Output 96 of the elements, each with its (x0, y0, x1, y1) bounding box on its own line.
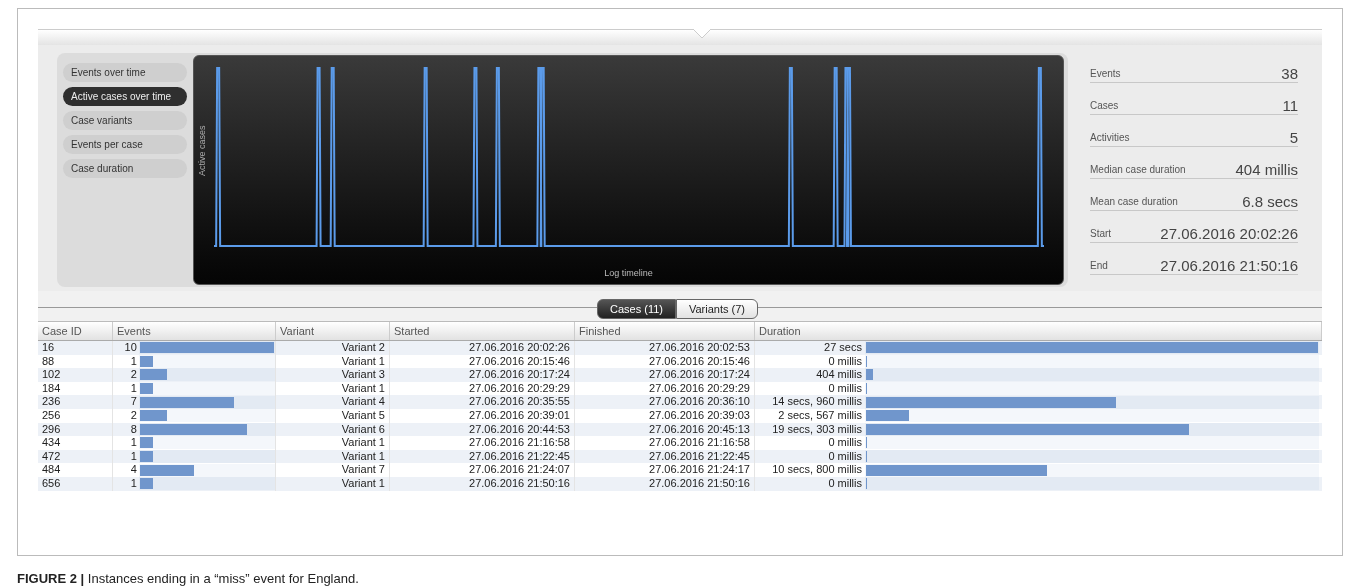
table-cell: 296 (42, 422, 61, 435)
stat-label: Events (1090, 67, 1121, 81)
stat-value: 38 (1281, 66, 1298, 82)
stat-label: Start (1090, 227, 1112, 241)
table-cell: 102 (42, 368, 61, 381)
table-cell: 27.06.2016 20:17:24 (649, 368, 750, 381)
table-cell: 27.06.2016 20:36:10 (649, 395, 750, 408)
table-cell: 27.06.2016 20:45:13 (649, 422, 750, 435)
stat-label: Cases (1090, 99, 1119, 113)
table-cell: 88 (42, 354, 55, 367)
table-cell: 27.06.2016 20:39:01 (469, 408, 570, 421)
view-tab[interactable]: Cases (11) (597, 299, 676, 319)
table-cell-text: 10 secs, 800 millis (771, 463, 863, 477)
table-cell: 27.06.2016 20:44:53 (469, 422, 570, 435)
table-cell-text: 404 millis (815, 368, 863, 382)
stat-label: Activities (1090, 131, 1130, 145)
table-cell: Variant 1 (341, 449, 385, 462)
table-cell-text: 1 (129, 476, 138, 491)
table-cell-text: 1 (129, 354, 138, 369)
table-cell-text: 2 (129, 368, 138, 382)
column-header[interactable]: Duration (755, 322, 1322, 340)
table-cell: Variant 1 (341, 381, 385, 394)
x-axis-label: Log timeline (604, 266, 653, 280)
table-cell-text: 10 (123, 341, 138, 355)
table-cell: 236 (42, 395, 61, 408)
table-cell: Variant 1 (341, 436, 385, 449)
column-header[interactable]: Finished (575, 322, 755, 340)
stat-value: 27.06.2016 21:50:16 (1160, 258, 1298, 274)
table-cell: 484 (42, 463, 61, 476)
table-cell-text: 27 secs (823, 341, 863, 355)
table-cell-text: 14 secs, 960 millis (771, 395, 863, 409)
table-cell: 184 (42, 381, 61, 394)
table-cell: Variant 7 (341, 463, 385, 476)
table-cell: 27.06.2016 20:29:29 (649, 381, 750, 394)
table-cell: Variant 5 (341, 408, 385, 421)
table-cell-text: 1 (129, 436, 138, 450)
table-cell: 27.06.2016 20:15:46 (469, 354, 570, 367)
table-cell: 27.06.2016 21:50:16 (649, 476, 750, 489)
table-cell: 27.06.2016 20:35:55 (469, 395, 570, 408)
chart-menu-item[interactable]: Case duration (63, 159, 187, 178)
chart-menu-item[interactable]: Active cases over time (63, 87, 187, 106)
table-cell-text: 0 millis (827, 449, 863, 464)
table-cell-text: 1 (129, 449, 138, 464)
column-header[interactable]: Variant (276, 322, 390, 340)
table-cell: 27.06.2016 20:15:46 (649, 354, 750, 367)
chart-menu-item[interactable]: Case variants (63, 111, 187, 130)
stat-value: 404 millis (1235, 162, 1298, 178)
table-cell-text: 8 (129, 422, 138, 437)
table-cell: 27.06.2016 21:22:45 (469, 449, 570, 462)
table-cell: 27.06.2016 21:24:07 (469, 463, 570, 476)
table-cell: Variant 3 (341, 368, 385, 381)
stat-value: 6.8 secs (1242, 194, 1298, 210)
table-cell-text: 1 (129, 381, 138, 396)
table-cell-text: 19 secs, 303 millis (771, 422, 863, 437)
table-cell: Variant 2 (341, 341, 385, 353)
chart-menu-item[interactable]: Events per case (63, 135, 187, 154)
stat-value: 27.06.2016 20:02:26 (1160, 226, 1298, 242)
stat-label: End (1090, 259, 1108, 273)
table-cell-text: 4 (129, 463, 138, 477)
table-cell-text: 2 (129, 408, 138, 423)
table-cell: 27.06.2016 21:16:58 (649, 436, 750, 449)
table-cell: 27.06.2016 21:24:17 (649, 463, 750, 476)
table-cell: 27.06.2016 21:22:45 (649, 449, 750, 462)
table-cell: Variant 1 (341, 354, 385, 367)
table-cell-text: 0 millis (827, 381, 863, 396)
column-header[interactable]: Case ID (38, 322, 113, 340)
column-header[interactable]: Started (390, 322, 575, 340)
table-cell-text: 2 secs, 567 millis (777, 408, 863, 423)
table-cell: 27.06.2016 20:29:29 (469, 381, 570, 394)
table-cell: 656 (42, 476, 61, 489)
table-cell: 27.06.2016 20:02:53 (649, 341, 750, 353)
table-cell: 27.06.2016 21:50:16 (469, 476, 570, 489)
table-cell: Variant 4 (341, 395, 385, 408)
table-cell-text: 7 (129, 395, 138, 409)
table-cell: 27.06.2016 20:17:24 (469, 368, 570, 381)
view-tab[interactable]: Variants (7) (676, 299, 759, 319)
stat-label: Median case duration (1090, 163, 1186, 177)
table-cell: Variant 6 (341, 422, 385, 435)
column-header[interactable]: Events (113, 322, 276, 340)
table-cell: 472 (42, 449, 61, 462)
table-cell-text: 0 millis (827, 476, 863, 491)
y-axis-label: Active cases (195, 125, 208, 177)
table-cell-text: 0 millis (827, 354, 863, 369)
table-cell-text: 0 millis (827, 436, 863, 450)
table-cell: 27.06.2016 21:16:58 (469, 436, 570, 449)
stat-value: 11 (1282, 98, 1298, 114)
stat-value: 5 (1289, 130, 1298, 146)
table-cell: 16 (42, 341, 55, 353)
stat-label: Mean case duration (1090, 195, 1178, 209)
table-cell: 256 (42, 408, 61, 421)
figure-caption: FIGURE 2 | Instances ending in a “miss” event for England. (17, 571, 359, 586)
table-cell: 434 (42, 436, 61, 449)
table-cell: 27.06.2016 20:39:03 (649, 408, 750, 421)
table-cell: 27.06.2016 20:02:26 (469, 341, 570, 353)
table-cell: Variant 1 (341, 476, 385, 489)
chart-menu-item[interactable]: Events over time (63, 63, 187, 82)
